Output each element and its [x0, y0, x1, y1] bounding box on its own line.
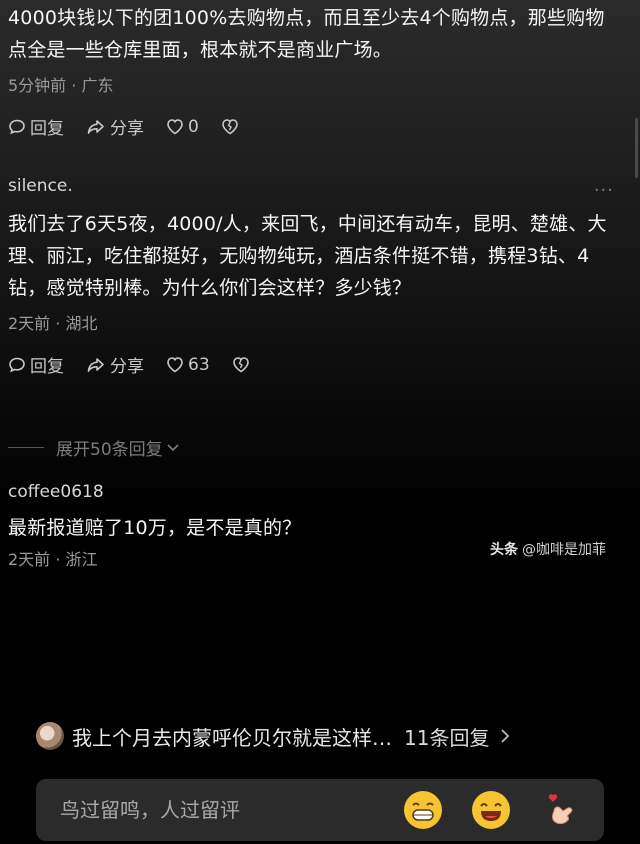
share-arrow-icon [87, 357, 104, 372]
comment-meta: 5分钟前 · 广东 [8, 76, 114, 95]
comment-bubble-icon [9, 357, 25, 372]
like-count: 63 [188, 354, 210, 375]
comment-username[interactable]: coffee0618 [8, 480, 622, 504]
reply-preview-text: 我上个月去内蒙呼伦贝尔就是这样… [72, 725, 392, 750]
comment-bubble-icon [9, 119, 25, 134]
comment-body: 4000块钱以下的团100%去购物点，而且至少去4个购物点，那些购物点全是一些仓… [8, 7, 605, 61]
comment-username[interactable]: silence. [8, 174, 622, 198]
watermark-handle: @咖啡是加菲 [522, 542, 606, 558]
watermark: 头条 @咖啡是加菲 [490, 539, 606, 559]
comment-input-box[interactable] [36, 779, 604, 841]
share-label: 分享 [110, 357, 144, 377]
like-count: 0 [188, 116, 199, 137]
share-label: 分享 [110, 119, 144, 139]
heart-icon [167, 357, 183, 373]
chevron-right-icon [501, 729, 510, 743]
avatar [36, 722, 64, 750]
broken-heart-icon [222, 119, 238, 135]
comment-actions: 回复 分享 0 [8, 114, 622, 139]
comment-1: 4000块钱以下的团100%去购物点，而且至少去4个购物点，那些购物点全是一些仓… [8, 2, 622, 139]
reply-label: 回复 [30, 119, 64, 139]
reply-count: 11条回复 [404, 725, 490, 750]
comment-actions: 回复 分享 63 [8, 352, 622, 377]
comment-2: silence. ··· 我们去了6天5夜，4000/人，来回飞，中间还有动车，… [8, 174, 622, 377]
broken-heart-icon [232, 357, 249, 373]
chevron-down-icon [167, 443, 179, 451]
grinning-emoji-icon[interactable] [404, 791, 442, 829]
reply-button[interactable]: 回复 [8, 114, 64, 139]
like-button[interactable]: 63 [166, 355, 210, 375]
reply-preview-bar[interactable]: 我上个月去内蒙呼伦贝尔就是这样… 11条回复 [36, 718, 606, 754]
share-arrow-icon [87, 119, 104, 134]
dislike-button[interactable] [232, 356, 254, 373]
more-options-icon[interactable]: ··· [594, 180, 614, 201]
heart-icon [167, 119, 183, 135]
comment-meta: 2天前 · 湖北 [8, 314, 98, 333]
share-button[interactable]: 分享 [86, 114, 144, 139]
laughing-emoji-icon[interactable] [472, 791, 510, 829]
divider-line [8, 447, 44, 448]
dislike-button[interactable] [221, 118, 243, 135]
expand-replies-label: 展开50条回复 [56, 440, 163, 460]
watermark-brand: 头条 [490, 542, 518, 558]
reply-button[interactable]: 回复 [8, 352, 64, 377]
scrollbar[interactable] [635, 118, 638, 178]
finger-heart-icon[interactable] [542, 791, 580, 829]
reply-label: 回复 [30, 357, 64, 377]
comment-input[interactable] [58, 797, 402, 823]
expand-replies-button[interactable]: 展开50条回复 [8, 435, 180, 460]
comment-body: 我们去了6天5夜，4000/人，来回飞，中间还有动车，昆明、楚雄、大理、丽江，吃… [8, 213, 607, 299]
share-button[interactable]: 分享 [86, 352, 144, 377]
like-button[interactable]: 0 [166, 117, 199, 137]
